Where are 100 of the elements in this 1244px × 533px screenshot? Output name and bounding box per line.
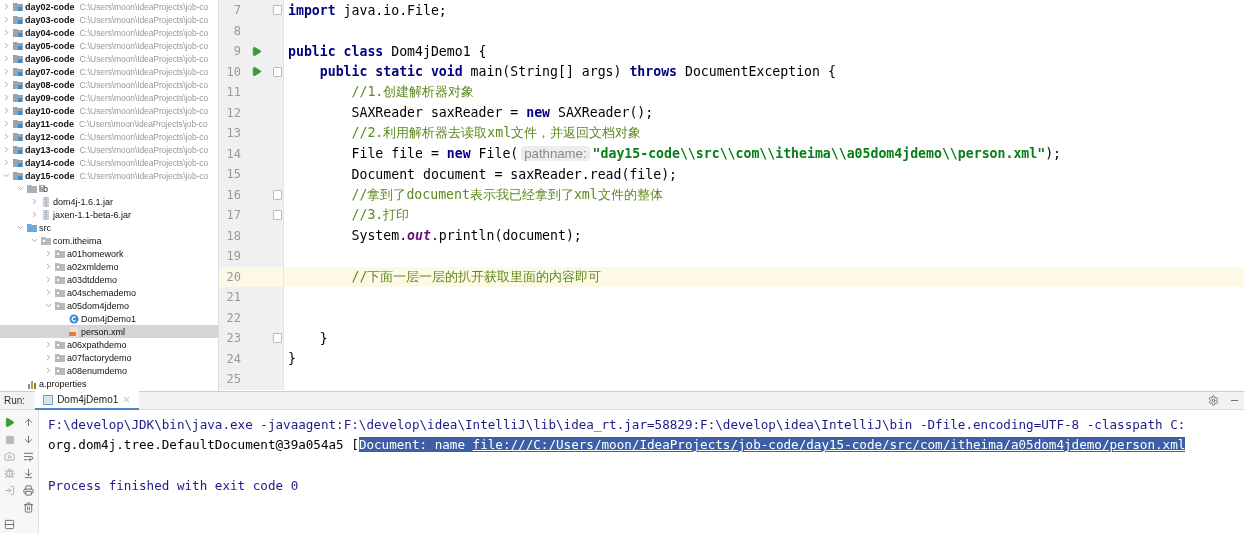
chevron-icon[interactable] bbox=[44, 340, 53, 349]
tree-item[interactable]: day03-code C:\Users\moon\IdeaProjects\job-co bbox=[0, 13, 218, 26]
tree-item[interactable]: a08enumdemo bbox=[0, 364, 218, 377]
scroll-to-end-icon[interactable] bbox=[23, 468, 34, 479]
tree-item[interactable]: day02-code C:\Users\moon\IdeaProjects\job-co bbox=[0, 0, 218, 13]
chevron-icon[interactable] bbox=[2, 145, 11, 154]
arrow-up-icon[interactable] bbox=[23, 417, 34, 428]
tree-item-label: dom4j-1.6.1.jar bbox=[53, 196, 114, 207]
package-folder-icon bbox=[55, 287, 65, 298]
chevron-icon[interactable] bbox=[2, 67, 11, 76]
tree-item[interactable]: day15-code C:\Users\moon\IdeaProjects\job-co bbox=[0, 169, 218, 182]
run-icon[interactable] bbox=[250, 45, 262, 57]
run-tab[interactable]: Dom4jDemo1 bbox=[35, 391, 140, 410]
code-line: import java.io.File; bbox=[287, 2, 447, 18]
chevron-icon[interactable] bbox=[16, 223, 25, 232]
tree-item[interactable]: a06xpathdemo bbox=[0, 338, 218, 351]
tree-item[interactable]: day06-code C:\Users\moon\IdeaProjects\job-co bbox=[0, 52, 218, 65]
tree-item[interactable]: src bbox=[0, 221, 218, 234]
chevron-icon[interactable] bbox=[2, 93, 11, 102]
chevron-icon[interactable] bbox=[2, 80, 11, 89]
tree-item-label: day14-code bbox=[25, 157, 75, 168]
console-line: F:\develop\JDK\bin\java.exe -javaagent:F:\develop\idea\IntelliJ\lib\idea_rt.jar=58829:F:\develop\idea\IntelliJ\bin -Dfile.encoding=UTF-8 -classpath C: bbox=[48, 415, 1187, 434]
tree-item[interactable]: dom4j-1.6.1.jar bbox=[0, 195, 218, 208]
code-line: //下面一层一层的扒开获取里面的内容即可 bbox=[350, 267, 602, 286]
tree-item[interactable]: day14-code C:\Users\moon\IdeaProjects\job-co bbox=[0, 156, 218, 169]
class-icon bbox=[69, 313, 79, 324]
chevron-icon[interactable] bbox=[2, 54, 11, 63]
module-folder-icon bbox=[13, 66, 23, 77]
chevron-icon[interactable] bbox=[2, 106, 11, 115]
arrow-down-icon[interactable] bbox=[23, 434, 34, 445]
stop-icon[interactable] bbox=[4, 434, 15, 445]
line-number: 24 bbox=[225, 351, 241, 366]
tree-item[interactable]: a03dtddemo bbox=[0, 273, 218, 286]
chevron-icon[interactable] bbox=[44, 249, 53, 258]
chevron-icon[interactable] bbox=[2, 119, 11, 128]
camera-icon[interactable] bbox=[4, 451, 15, 462]
jar-file-icon bbox=[41, 196, 51, 207]
fold-marker-icon[interactable] bbox=[272, 5, 282, 16]
tree-item[interactable]: com.itheima bbox=[0, 234, 218, 247]
fold-marker-icon[interactable] bbox=[272, 210, 282, 221]
chevron-icon[interactable] bbox=[44, 262, 53, 271]
settings-icon[interactable] bbox=[1208, 395, 1219, 406]
tree-item[interactable]: a02xmldemo bbox=[0, 260, 218, 273]
tree-item[interactable]: day04-code C:\Users\moon\IdeaProjects\job-co bbox=[0, 26, 218, 39]
run-icon[interactable] bbox=[250, 66, 262, 78]
fold-marker-icon[interactable] bbox=[272, 333, 282, 344]
tree-item[interactable]: a04schemademo bbox=[0, 286, 218, 299]
tree-item[interactable]: a07factorydemo bbox=[0, 351, 218, 364]
tree-item-label: a08enumdemo bbox=[67, 365, 128, 376]
chevron-icon[interactable] bbox=[44, 275, 53, 284]
printer-icon[interactable] bbox=[23, 485, 34, 496]
chevron-icon[interactable] bbox=[30, 236, 39, 245]
tree-item[interactable]: Dom4jDemo1 bbox=[0, 312, 218, 325]
module-path: C:\Users\moon\IdeaProjects\job-co bbox=[79, 40, 209, 51]
chevron-icon[interactable] bbox=[2, 15, 11, 24]
tree-item[interactable]: day09-code C:\Users\moon\IdeaProjects\job-co bbox=[0, 91, 218, 104]
tree-item[interactable]: day12-code C:\Users\moon\IdeaProjects\job-co bbox=[0, 130, 218, 143]
tree-item[interactable]: a01homework bbox=[0, 247, 218, 260]
chevron-icon[interactable] bbox=[44, 288, 53, 297]
chevron-icon[interactable] bbox=[30, 197, 39, 206]
layout-icon[interactable] bbox=[4, 519, 15, 530]
trash-icon[interactable] bbox=[23, 502, 34, 513]
chevron-icon[interactable] bbox=[2, 28, 11, 37]
tree-item[interactable]: day11-code C:\Users\moon\IdeaProjects\job-co bbox=[0, 117, 218, 130]
module-path: C:\Users\moon\IdeaProjects\job-co bbox=[79, 170, 209, 181]
module-folder-icon bbox=[13, 92, 23, 103]
tree-item-label: day11-code bbox=[25, 118, 75, 129]
chevron-icon[interactable] bbox=[2, 171, 11, 180]
module-path: C:\Users\moon\IdeaProjects\job-co bbox=[79, 27, 209, 38]
close-icon[interactable] bbox=[122, 395, 132, 404]
tree-item[interactable]: person.xml bbox=[0, 325, 218, 338]
tree-item[interactable]: day08-code C:\Users\moon\IdeaProjects\job-co bbox=[0, 78, 218, 91]
chevron-icon[interactable] bbox=[44, 301, 53, 310]
chevron-icon[interactable] bbox=[2, 41, 11, 50]
fold-marker-icon[interactable] bbox=[272, 189, 282, 200]
chevron-icon[interactable] bbox=[2, 158, 11, 167]
chevron-icon[interactable] bbox=[30, 210, 39, 219]
tree-item[interactable]: a05dom4jdemo bbox=[0, 299, 218, 312]
chevron-icon[interactable] bbox=[2, 132, 11, 141]
tree-item[interactable]: day05-code C:\Users\moon\IdeaProjects\job-co bbox=[0, 39, 218, 52]
tree-item[interactable]: lib bbox=[0, 182, 218, 195]
wrap-text-icon[interactable] bbox=[23, 451, 34, 462]
bug-icon[interactable] bbox=[4, 468, 15, 479]
module-folder-icon bbox=[13, 131, 23, 142]
tree-item-label: a03dtddemo bbox=[67, 274, 118, 285]
login-icon[interactable] bbox=[4, 485, 15, 496]
line-number: 14 bbox=[225, 146, 241, 161]
chevron-icon[interactable] bbox=[44, 353, 53, 362]
tree-item[interactable]: day10-code C:\Users\moon\IdeaProjects\job-co bbox=[0, 104, 218, 117]
chevron-icon[interactable] bbox=[16, 184, 25, 193]
fold-marker-icon[interactable] bbox=[272, 66, 282, 77]
tree-item[interactable]: jaxen-1.1-beta-6.jar bbox=[0, 208, 218, 221]
properties-file-icon bbox=[27, 378, 37, 389]
chevron-icon[interactable] bbox=[44, 366, 53, 375]
module-folder-icon bbox=[13, 170, 23, 181]
tree-item[interactable]: day13-code C:\Users\moon\IdeaProjects\job-co bbox=[0, 143, 218, 156]
chevron-icon[interactable] bbox=[2, 2, 11, 11]
tree-item[interactable]: day07-code C:\Users\moon\IdeaProjects\job-co bbox=[0, 65, 218, 78]
tree-item[interactable]: a.properties bbox=[0, 377, 218, 390]
run-icon[interactable] bbox=[4, 417, 15, 428]
